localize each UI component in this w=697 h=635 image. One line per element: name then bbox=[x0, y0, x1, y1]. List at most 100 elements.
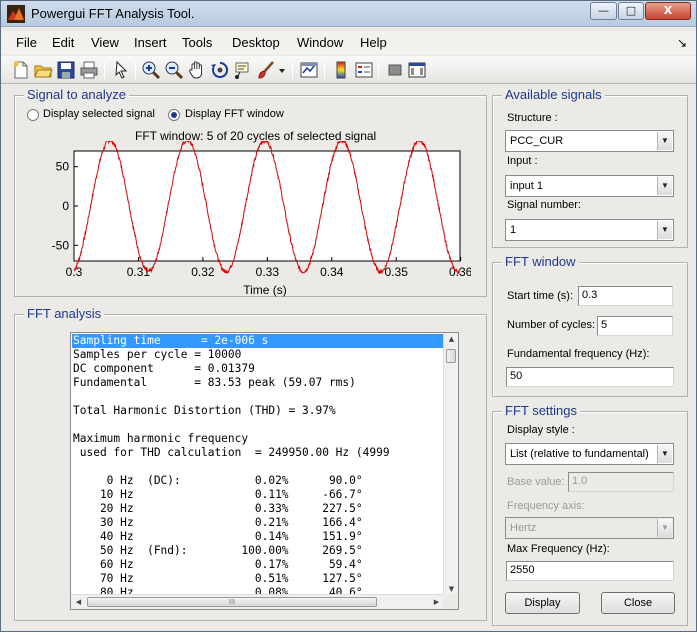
base-value-input[interactable]: 1.0 bbox=[568, 472, 674, 492]
hide-plot-tools-icon[interactable] bbox=[385, 60, 405, 80]
show-plot-tools-icon[interactable] bbox=[407, 60, 427, 80]
start-time-input[interactable]: 0.3 bbox=[578, 286, 673, 306]
chevron-down-icon[interactable]: ▼ bbox=[657, 519, 672, 537]
menu-file[interactable]: File bbox=[16, 35, 37, 50]
display-style-select[interactable]: List (relative to fundamental) ▼ bbox=[505, 443, 674, 465]
legend-icon[interactable] bbox=[354, 60, 374, 80]
radio-selected-dot bbox=[171, 112, 177, 118]
chevron-down-icon[interactable]: ▼ bbox=[657, 132, 672, 150]
brush-icon[interactable] bbox=[256, 60, 276, 80]
fft-analysis-legend: FFT analysis bbox=[24, 306, 105, 321]
fft-results-line[interactable]: used for THD calculation = 249950.00 Hz … bbox=[72, 446, 445, 460]
start-time-label: Start time (s): bbox=[507, 290, 574, 302]
number-of-cycles-input[interactable]: 5 bbox=[597, 316, 673, 336]
fft-results-line-selected[interactable]: Sampling time = 2e-006 s bbox=[72, 334, 445, 348]
toolbar bbox=[1, 56, 696, 84]
input-select[interactable]: input 1 ▼ bbox=[505, 175, 674, 197]
close-window-button[interactable]: X bbox=[645, 2, 691, 20]
fft-window-legend: FFT window bbox=[502, 254, 579, 269]
scroll-corner bbox=[443, 594, 458, 609]
fft-results-line[interactable]: Fundamental = 83.53 peak (59.07 rms) bbox=[72, 376, 445, 390]
scroll-down-icon[interactable]: ▼ bbox=[444, 585, 458, 593]
fft-results-line[interactable]: DC component = 0.01379 bbox=[72, 362, 445, 376]
open-file-icon[interactable] bbox=[33, 60, 53, 80]
display-selected-signal-label[interactable]: Display selected signal bbox=[43, 108, 155, 120]
fft-results-line[interactable] bbox=[72, 390, 445, 404]
minimize-button[interactable]: — bbox=[590, 2, 617, 20]
chevron-down-icon[interactable]: ▼ bbox=[657, 445, 672, 463]
input-label: Input : bbox=[507, 155, 538, 167]
menu-view[interactable]: View bbox=[91, 35, 119, 50]
fft-results-line[interactable]: 60 Hz 0.17% 59.4° bbox=[72, 558, 445, 572]
x-axis-label: Time (s) bbox=[243, 283, 287, 297]
vertical-scrollbar[interactable]: ▲ ▼ bbox=[443, 333, 458, 595]
fft-tool-window: Powergui FFT Analysis Tool. — □ X File E… bbox=[0, 0, 697, 632]
close-button[interactable]: Close bbox=[601, 592, 675, 614]
link-plot-icon[interactable] bbox=[299, 60, 319, 80]
available-signals-legend: Available signals bbox=[502, 87, 605, 102]
scroll-right-icon[interactable]: ▶ bbox=[429, 598, 444, 606]
fundamental-frequency-input[interactable]: 50 bbox=[506, 367, 674, 387]
menu-tools[interactable]: Tools bbox=[182, 35, 212, 50]
fft-results-line[interactable]: 10 Hz 0.11% -66.7° bbox=[72, 488, 445, 502]
menu-window[interactable]: Window bbox=[297, 35, 343, 50]
pan-hand-icon[interactable] bbox=[187, 60, 207, 80]
horizontal-scroll-thumb[interactable]: III bbox=[87, 597, 377, 607]
fft-results-listbox[interactable]: Sampling time = 2e-006 s Samples per cycl… bbox=[70, 332, 459, 610]
menu-help[interactable]: Help bbox=[360, 35, 387, 50]
dock-figure-icon[interactable]: ↘ bbox=[677, 36, 687, 50]
vertical-scroll-thumb[interactable] bbox=[446, 349, 456, 363]
fft-results-line[interactable]: 80 Hz 0.08% 40.6° bbox=[72, 586, 445, 594]
frequency-axis-select[interactable]: Hertz ▼ bbox=[505, 517, 674, 539]
fft-results-line[interactable]: 30 Hz 0.21% 166.4° bbox=[72, 516, 445, 530]
fft-results-line[interactable] bbox=[72, 418, 445, 432]
fft-results-line[interactable]: 0 Hz (DC): 0.02% 90.0° bbox=[72, 474, 445, 488]
scroll-up-icon[interactable]: ▲ bbox=[444, 335, 458, 343]
signal-plot[interactable]: -50050 0.30.310.320.330.340.350.360.370.… bbox=[21, 141, 471, 301]
pointer-icon[interactable] bbox=[111, 60, 131, 80]
display-fft-window-radio[interactable] bbox=[168, 109, 180, 121]
signal-number-label: Signal number: bbox=[507, 199, 581, 211]
scroll-left-icon[interactable]: ◀ bbox=[71, 598, 86, 606]
chevron-down-icon[interactable]: ▼ bbox=[657, 177, 672, 195]
display-selected-signal-radio[interactable] bbox=[27, 109, 39, 121]
fft-results-line[interactable]: Total Harmonic Distortion (THD) = 3.97% bbox=[72, 404, 445, 418]
menu-edit[interactable]: Edit bbox=[52, 35, 74, 50]
menu-bar: File Edit View Insert Tools Desktop Wind… bbox=[1, 31, 696, 55]
zoom-out-icon[interactable] bbox=[164, 60, 184, 80]
fft-results-line[interactable]: Samples per cycle = 10000 bbox=[72, 348, 445, 362]
print-icon[interactable] bbox=[79, 60, 99, 80]
colorbar-icon[interactable] bbox=[331, 60, 351, 80]
display-button[interactable]: Display bbox=[505, 592, 580, 614]
x-tick-label: 0.3 bbox=[66, 265, 83, 279]
display-style-label: Display style : bbox=[507, 424, 575, 436]
menu-desktop[interactable]: Desktop bbox=[232, 35, 280, 50]
display-fft-window-label[interactable]: Display FFT window bbox=[185, 108, 284, 120]
title-bar[interactable]: Powergui FFT Analysis Tool. — □ X bbox=[1, 1, 696, 27]
fft-results-line[interactable]: 70 Hz 0.51% 127.5° bbox=[72, 572, 445, 586]
input-value: input 1 bbox=[510, 180, 544, 192]
structure-select[interactable]: PCC_CUR ▼ bbox=[505, 130, 674, 152]
fft-results-line[interactable]: 50 Hz (Fnd): 100.00% 269.5° bbox=[72, 544, 445, 558]
brush-dropdown-icon[interactable] bbox=[277, 60, 287, 80]
new-figure-icon[interactable] bbox=[11, 60, 31, 80]
zoom-in-icon[interactable] bbox=[141, 60, 161, 80]
save-icon[interactable] bbox=[56, 60, 76, 80]
signal-number-value: 1 bbox=[510, 224, 517, 236]
matlab-app-icon bbox=[7, 5, 25, 23]
horizontal-scrollbar[interactable]: ◀ III ▶ bbox=[71, 594, 444, 609]
fft-results-line[interactable]: Maximum harmonic frequency bbox=[72, 432, 445, 446]
data-cursor-icon[interactable] bbox=[233, 60, 253, 80]
fft-results-line[interactable]: 40 Hz 0.14% 151.9° bbox=[72, 530, 445, 544]
toolbar-separator bbox=[378, 61, 379, 79]
rotate-3d-icon[interactable] bbox=[210, 60, 230, 80]
maximize-button[interactable]: □ bbox=[618, 2, 644, 20]
chevron-down-icon[interactable]: ▼ bbox=[657, 221, 672, 239]
fft-results-line[interactable]: 20 Hz 0.33% 227.5° bbox=[72, 502, 445, 516]
fft-results-line[interactable] bbox=[72, 460, 445, 474]
x-tick-label: 0.36 bbox=[449, 265, 471, 279]
max-frequency-input[interactable]: 2550 bbox=[506, 561, 674, 581]
menu-insert[interactable]: Insert bbox=[134, 35, 167, 50]
signal-number-select[interactable]: 1 ▼ bbox=[505, 219, 674, 241]
max-frequency-label: Max Frequency (Hz): bbox=[507, 543, 610, 555]
